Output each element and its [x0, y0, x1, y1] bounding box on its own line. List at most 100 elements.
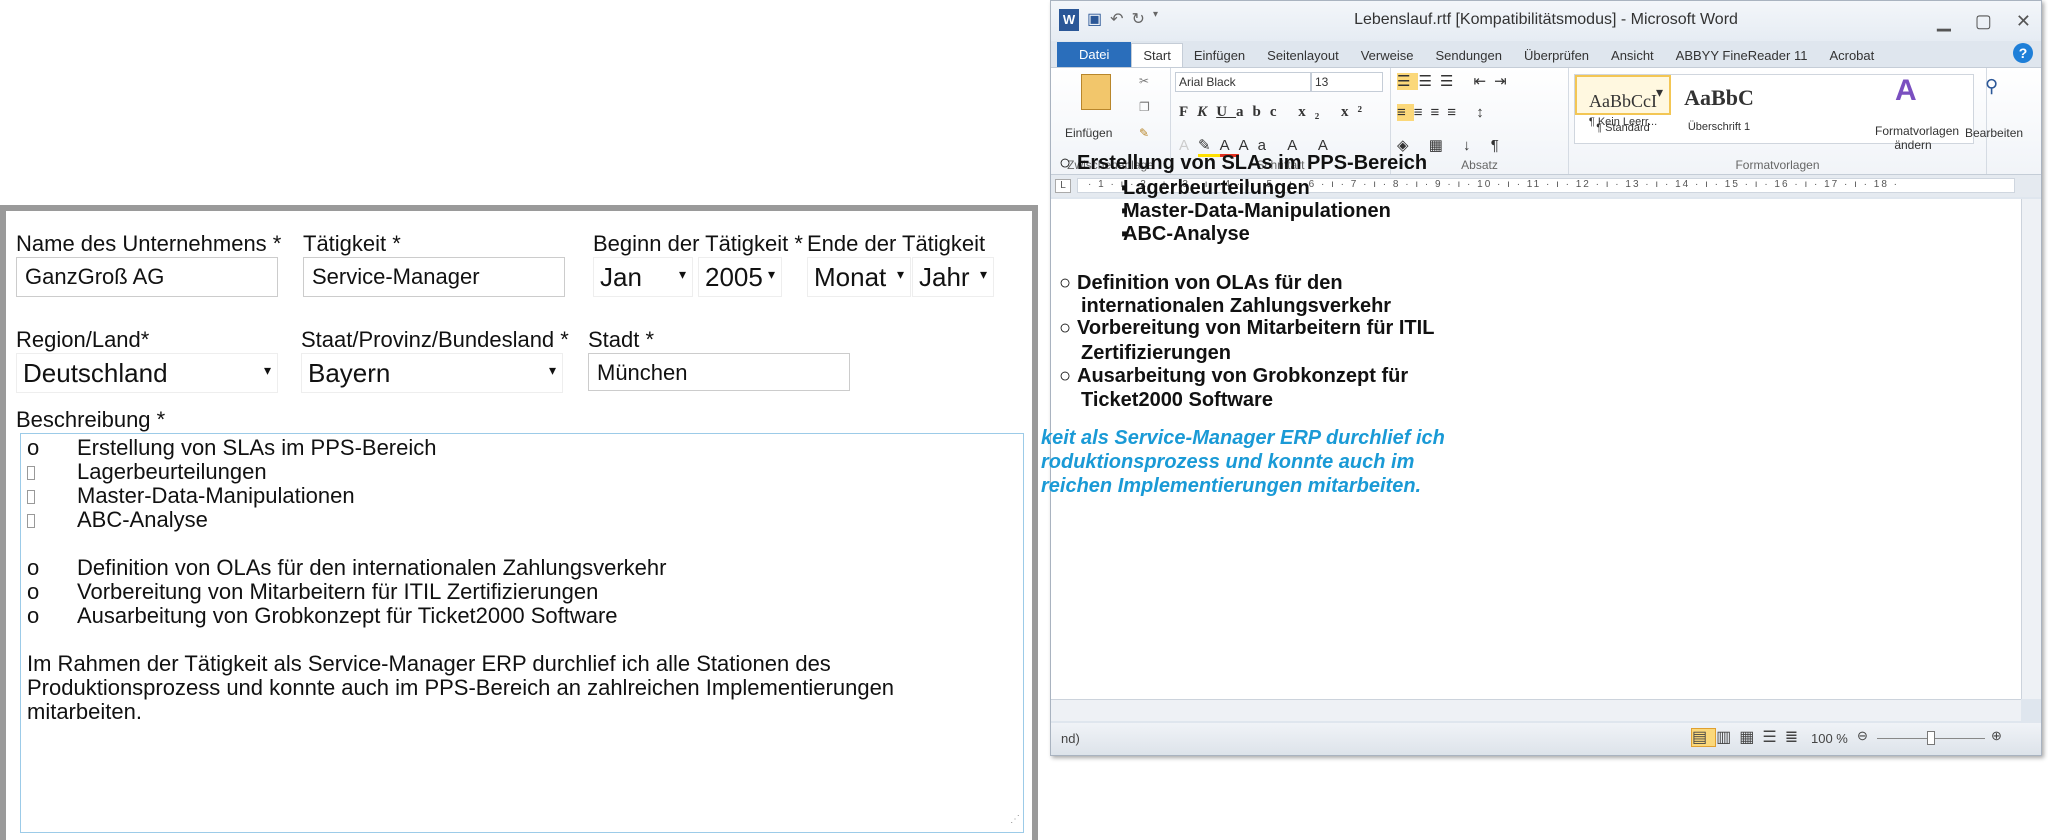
align-buttons[interactable]: ≡≡≡≡ ↕	[1397, 104, 1492, 121]
style-name: ¶ Standard	[1596, 122, 1650, 134]
doc-line: Vorbereitung von Mitarbeitern für ITIL	[1077, 317, 1435, 339]
font-size-select[interactable]: 13	[1311, 72, 1383, 92]
doc-bullet: ○	[1059, 152, 1072, 174]
doc-bullet: ○	[1059, 365, 1072, 387]
bullet: o	[27, 555, 40, 580]
doc-line: Ausarbeitung von Grobkonzept für	[1077, 365, 1409, 387]
tab-2[interactable]: Einfügen	[1183, 44, 1256, 67]
doc-blue-line: reichen Implementierungen mitarbeiten.	[1041, 475, 1422, 497]
tab-0[interactable]: Datei	[1057, 42, 1132, 67]
bullet	[27, 484, 77, 508]
start-month-select[interactable]: Jan	[593, 257, 693, 297]
find-icon[interactable]: ⚲	[1985, 76, 1998, 97]
description-item-text: Vorbereitung von Mitarbeitern für ITIL Z…	[77, 579, 599, 604]
doc-line: internationalen Zahlungsverkehr	[1081, 295, 1392, 317]
employment-form: Name des Unternehmens * GanzGroß AG Täti…	[0, 205, 1038, 840]
format-buttons[interactable]: FKUabc x₂ x²	[1179, 104, 1371, 121]
job-label: Tätigkeit *	[303, 231, 401, 256]
style-preview: AaBbCcI	[1589, 91, 1657, 111]
change-styles-button[interactable]: Formatvorlagen ändern	[1875, 124, 1959, 152]
document-page[interactable]: ○ Erstellung von SLAs im PPS-Bereich ▪ Lage…	[1041, 152, 2021, 699]
zoom-in-icon[interactable]: ⊕	[1991, 728, 2002, 744]
doc-line: Erstellung von SLAs im PPS-Bereich	[1077, 152, 1428, 174]
description-textarea[interactable]: ⋰ o Erstellung von SLAs im PPS-Bereich Lag…	[20, 433, 1024, 833]
description-item-text: Ausarbeitung von Grobkonzept für Ticket2…	[77, 603, 618, 628]
minimize-icon[interactable]: ▁	[1937, 11, 1951, 32]
description-list-item: Lagerbeurteilungen	[27, 460, 1017, 484]
doc-blue-line: roduktionsprozess und konnte auch im	[1041, 451, 1415, 473]
tab-6[interactable]: Überprüfen	[1513, 44, 1600, 67]
company-input[interactable]: GanzGroß AG	[16, 257, 278, 297]
font-name-select[interactable]: Arial Black	[1175, 72, 1311, 92]
doc-blue-line: keit als Service-Manager ERP durchlief i…	[1041, 427, 1445, 449]
format-painter-icon[interactable]: ✎	[1139, 126, 1149, 140]
style-2[interactable]: AaBbC Überschrift 1	[1671, 75, 1767, 143]
description-list-item: o Ausarbeitung von Grobkonzept für Ticket…	[27, 604, 1017, 628]
description-list-item: Master-Data-Manipulationen	[27, 484, 1017, 508]
bullet: o	[27, 579, 40, 604]
zoom-thumb[interactable]	[1927, 731, 1935, 745]
resize-handle-icon[interactable]: ⋰	[1010, 808, 1020, 832]
city-label: Stadt *	[588, 327, 655, 352]
tab-7[interactable]: Ansicht	[1600, 44, 1665, 67]
region-label: Region/Land*	[16, 327, 150, 352]
tab-9[interactable]: Acrobat	[1818, 44, 1885, 67]
region-select[interactable]: Deutschland	[16, 353, 278, 393]
description-list-item	[27, 532, 1017, 556]
start-label: Beginn der Tätigkeit *	[593, 231, 803, 256]
view-buttons[interactable]: ▤▥▦☰≣	[1691, 727, 1806, 747]
tab-8[interactable]: ABBYY FineReader 11	[1665, 44, 1819, 67]
copy-icon[interactable]: ❐	[1139, 100, 1150, 114]
window-title: Lebenslauf.rtf [Kompatibilitätsmodus] - …	[1354, 11, 1738, 28]
city-input[interactable]: München	[588, 353, 850, 391]
tab-4[interactable]: Verweise	[1350, 44, 1425, 67]
tab-5[interactable]: Sendungen	[1424, 44, 1513, 67]
editing-button[interactable]: Bearbeiten	[1965, 126, 2023, 140]
title-bar: W ▣ ↶ ↻ ▾ Lebenslauf.rtf [Kompatibilität…	[1051, 1, 2041, 41]
word-window: W ▣ ↶ ↻ ▾ Lebenslauf.rtf [Kompatibilität…	[1041, 0, 2042, 756]
end-year-select[interactable]: Jahr	[912, 257, 994, 297]
list-buttons[interactable]: ☰☰☰ ⇤⇥	[1397, 72, 1515, 90]
job-input[interactable]: Service-Manager	[303, 257, 565, 297]
change-styles-icon[interactable]: A	[1895, 74, 1917, 108]
start-year-select[interactable]: 2005	[698, 257, 782, 297]
tab-3[interactable]: Seitenlayout	[1256, 44, 1350, 67]
state-select[interactable]: Bayern	[301, 353, 563, 393]
doc-line: Lagerbeurteilungen	[1123, 177, 1310, 199]
change-styles-group: A Formatvorlagen ändern	[1871, 68, 1959, 174]
end-month-select[interactable]: Monat	[807, 257, 911, 297]
close-icon[interactable]: ✕	[2016, 11, 2031, 32]
company-label: Name des Unternehmens *	[16, 231, 282, 256]
description-item-text: Master-Data-Manipulationen	[77, 483, 355, 508]
description-item-text: Definition von OLAs für den internationa…	[77, 555, 667, 580]
maximize-icon[interactable]: ▢	[1975, 11, 1992, 32]
end-label: Ende der Tätigkeit	[807, 231, 986, 256]
zoom-out-icon[interactable]: ⊖	[1857, 728, 1868, 744]
doc-bullet: ○	[1059, 317, 1072, 339]
doc-line: Ticket2000 Software	[1081, 389, 1273, 411]
doc-line: Definition von OLAs für den	[1077, 272, 1343, 294]
description-list-item: o Erstellung von SLAs im PPS-Bereich	[27, 436, 1017, 460]
zoom-level[interactable]: 100 %	[1811, 731, 1848, 746]
status-text: nd)	[1061, 731, 1080, 746]
description-item-text: Erstellung von SLAs im PPS-Bereich	[77, 435, 437, 460]
bullet	[27, 508, 77, 532]
cut-icon[interactable]: ✂	[1139, 74, 1149, 88]
editing-group: ⚲ Bearbeiten	[1955, 68, 2041, 174]
paste-icon[interactable]	[1081, 74, 1111, 110]
horizontal-scrollbar[interactable]	[1051, 699, 2021, 721]
style-preview: AaBbC	[1684, 85, 1754, 110]
tab-1[interactable]: Start	[1131, 43, 1183, 67]
style-0[interactable]: AaBbCcI ¶ Standard	[1575, 75, 1671, 134]
status-bar: nd) ▤▥▦☰≣ 100 % ⊖ ⊕	[1051, 723, 2041, 755]
bullet	[27, 460, 77, 484]
style-name: Überschrift 1	[1687, 121, 1751, 133]
doc-bullet: ○	[1059, 272, 1072, 294]
vertical-scrollbar[interactable]	[2021, 199, 2041, 699]
paste-button[interactable]: Einfügen	[1065, 126, 1112, 140]
description-list-item: o Definition von OLAs für den internation…	[27, 556, 1017, 580]
doc-line: ABC-Analyse	[1123, 223, 1250, 245]
help-icon[interactable]: ?	[2013, 43, 2033, 63]
ribbon-tabs: ? Datei Start Einfügen Seitenlayout Verweise…	[1051, 41, 2041, 67]
